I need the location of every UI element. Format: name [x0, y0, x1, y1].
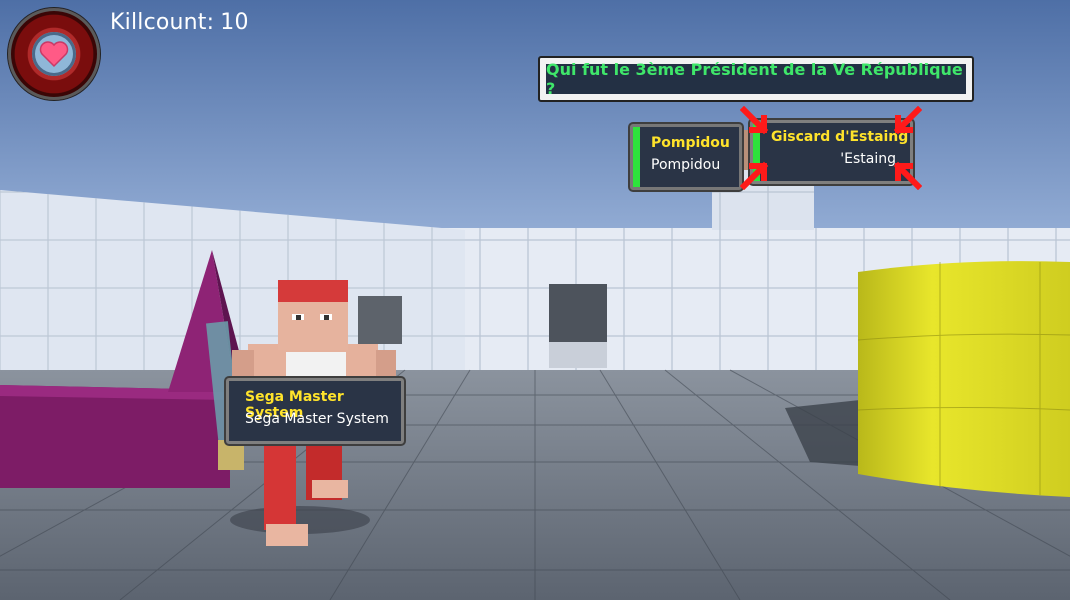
- answer-health-bar: [633, 127, 640, 187]
- target-arrow-icon: [740, 106, 769, 135]
- doorway-left: [358, 296, 402, 344]
- target-arrow-icon: [893, 161, 922, 190]
- enemy-label-typed: Sega Master System: [245, 411, 389, 427]
- killcount-value: 10: [220, 10, 249, 35]
- doorway: [549, 284, 607, 342]
- answer-typed: Pompidou: [651, 157, 721, 173]
- answer-target-1[interactable]: Pompidou Pompidou: [630, 124, 742, 190]
- heart-icon: [39, 41, 69, 68]
- target-arrow-icon: [893, 106, 922, 135]
- yellow-cylinder: [858, 261, 1070, 497]
- enemy-label[interactable]: Sega Master System Sega Master System: [226, 378, 404, 444]
- health-core: [32, 32, 76, 76]
- magenta-block: [0, 385, 230, 488]
- answer-label: Pompidou: [651, 135, 730, 151]
- target-arrow-icon: [740, 161, 769, 190]
- question-text: Qui fut le 3ème Président de la Ve Répub…: [546, 60, 963, 98]
- killcount-label: Killcount:: [110, 10, 215, 35]
- killcount: Killcount: 10: [110, 10, 255, 35]
- health-indicator: [8, 8, 100, 100]
- question-panel: Qui fut le 3ème Président de la Ve Répub…: [538, 56, 974, 102]
